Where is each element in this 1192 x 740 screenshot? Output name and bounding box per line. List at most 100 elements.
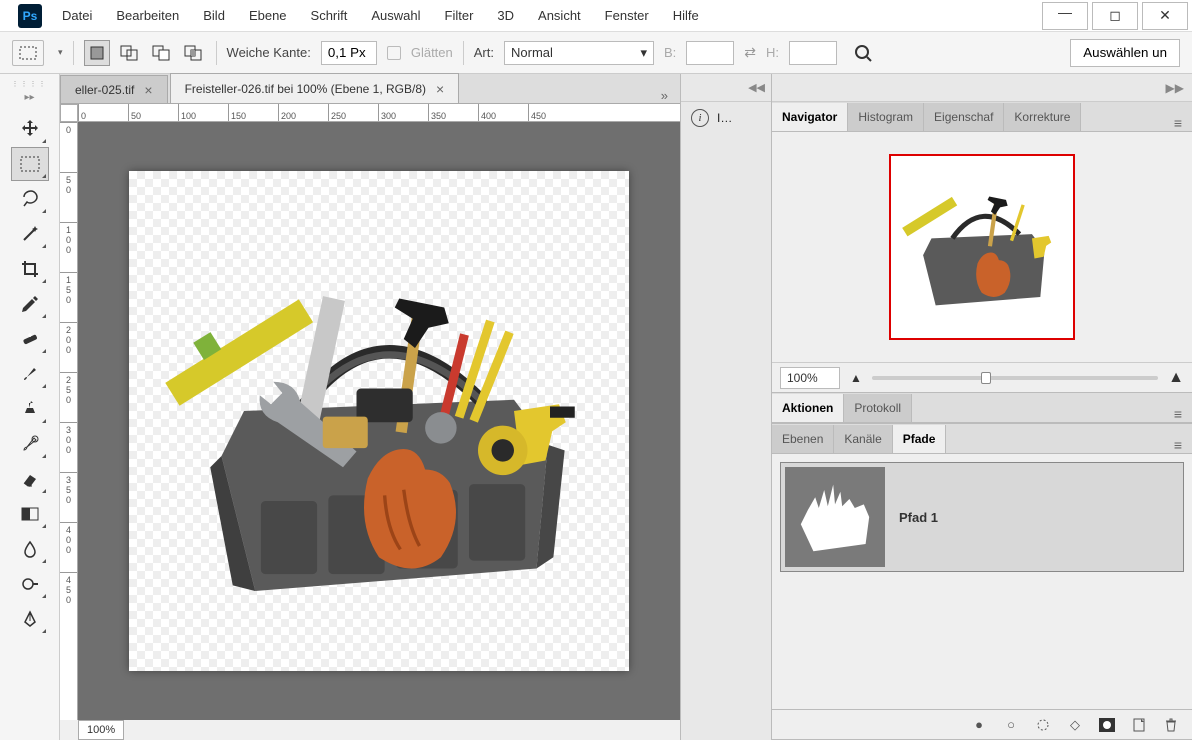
- menu-bearbeiten[interactable]: Bearbeiten: [104, 2, 191, 29]
- document-tab-active[interactable]: Freisteller-026.tif bei 100% (Ebene 1, R…: [170, 73, 460, 103]
- zoom-slider[interactable]: [872, 376, 1158, 380]
- move-tool[interactable]: [11, 112, 49, 146]
- tab-actions[interactable]: Aktionen: [772, 394, 844, 422]
- close-icon[interactable]: ×: [436, 81, 444, 97]
- magic-wand-tool[interactable]: [11, 217, 49, 251]
- close-button[interactable]: ✕: [1142, 2, 1188, 30]
- dodge-tool[interactable]: [11, 567, 49, 601]
- crop-tool[interactable]: [11, 252, 49, 286]
- palette-grip[interactable]: ⋮⋮⋮⋮: [10, 78, 50, 90]
- zoom-slider-thumb[interactable]: [981, 372, 991, 384]
- height-label: H:: [766, 45, 779, 60]
- canvas-viewport[interactable]: [78, 122, 680, 720]
- status-zoom[interactable]: 100%: [78, 720, 124, 740]
- info-panel-collapsed[interactable]: i I…: [681, 102, 771, 134]
- intersect-selection-button[interactable]: [180, 40, 206, 66]
- menu-datei[interactable]: Datei: [50, 2, 104, 29]
- lasso-tool[interactable]: [11, 182, 49, 216]
- menu-filter[interactable]: Filter: [433, 2, 486, 29]
- tool-preset-picker[interactable]: [12, 40, 44, 66]
- navigator-zoom-bar: 100% ▲ ▲: [772, 362, 1192, 392]
- eyedropper-tool[interactable]: [11, 287, 49, 321]
- divider: [216, 41, 217, 65]
- zoom-value-input[interactable]: 100%: [780, 367, 840, 389]
- menu-ebene[interactable]: Ebene: [237, 2, 299, 29]
- healing-brush-tool[interactable]: [11, 322, 49, 356]
- new-path-icon[interactable]: [1130, 716, 1148, 734]
- tab-overflow-icon[interactable]: »: [649, 88, 680, 103]
- subtract-selection-button[interactable]: [148, 40, 174, 66]
- tab-navigator[interactable]: Navigator: [772, 103, 848, 131]
- document-tab[interactable]: eller-025.tif ×: [60, 75, 168, 103]
- expand-button[interactable]: ▶▶: [772, 74, 1192, 102]
- delete-path-icon[interactable]: [1162, 716, 1180, 734]
- height-input: [789, 41, 837, 65]
- collapse-button[interactable]: ◀◀: [681, 74, 771, 102]
- width-label: B:: [664, 45, 676, 60]
- menu-hilfe[interactable]: Hilfe: [661, 2, 711, 29]
- clone-stamp-tool[interactable]: [11, 392, 49, 426]
- stroke-path-icon[interactable]: ○: [1002, 716, 1020, 734]
- select-and-mask-button[interactable]: Auswählen un: [1070, 39, 1180, 67]
- tab-label: Freisteller-026.tif bei 100% (Ebene 1, R…: [185, 82, 426, 96]
- minimize-button[interactable]: —: [1042, 2, 1088, 30]
- selection-to-path-icon[interactable]: ◇: [1066, 716, 1084, 734]
- menu-schrift[interactable]: Schrift: [299, 2, 360, 29]
- menu-ansicht[interactable]: Ansicht: [526, 2, 593, 29]
- divider: [73, 41, 74, 65]
- blur-tool[interactable]: [11, 532, 49, 566]
- menu-bild[interactable]: Bild: [191, 2, 237, 29]
- feather-input[interactable]: [321, 41, 377, 65]
- paths-list: Pfad 1: [772, 454, 1192, 634]
- fill-path-icon[interactable]: ●: [970, 716, 988, 734]
- tab-paths[interactable]: Pfade: [893, 425, 947, 453]
- style-label: Art:: [474, 45, 494, 60]
- zoom-out-icon[interactable]: ▲: [850, 371, 862, 385]
- path-name: Pfad 1: [899, 510, 938, 525]
- ruler-horizontal[interactable]: 050100150200250300350400450: [78, 104, 680, 122]
- panel-menu-icon[interactable]: ≡: [1164, 406, 1192, 422]
- path-thumbnail: [785, 467, 885, 567]
- feather-label: Weiche Kante:: [227, 45, 311, 60]
- swap-dimensions-icon: ⇄: [744, 44, 756, 61]
- canvas[interactable]: [129, 171, 629, 671]
- tab-layers[interactable]: Ebenen: [772, 425, 834, 453]
- menu-auswahl[interactable]: Auswahl: [359, 2, 432, 29]
- collapse-palette-icon[interactable]: ▸▸: [0, 92, 59, 108]
- tab-history[interactable]: Protokoll: [844, 394, 912, 422]
- pen-tool[interactable]: [11, 602, 49, 636]
- tab-adjustments[interactable]: Korrekture: [1004, 103, 1081, 131]
- panel-menu-icon[interactable]: ≡: [1164, 437, 1192, 453]
- tab-histogram[interactable]: Histogram: [848, 103, 924, 131]
- zoom-in-icon[interactable]: ▲: [1168, 369, 1184, 387]
- chevron-down-icon[interactable]: ▾: [58, 47, 63, 58]
- ruler-vertical[interactable]: 050100150200250300350400450: [60, 122, 78, 720]
- maximize-button[interactable]: ◻: [1092, 2, 1138, 30]
- panel-menu-icon[interactable]: ≡: [1164, 115, 1192, 131]
- width-input: [686, 41, 734, 65]
- menu-fenster[interactable]: Fenster: [593, 2, 661, 29]
- path-item[interactable]: Pfad 1: [780, 462, 1184, 572]
- refine-icon[interactable]: [853, 43, 873, 63]
- menu-3d[interactable]: 3D: [485, 2, 526, 29]
- right-panel-dock: ▶▶ Navigator Histogram Eigenschaf Korrek…: [772, 74, 1192, 740]
- antialias-label: Glätten: [411, 45, 453, 60]
- navigator-body[interactable]: [772, 132, 1192, 362]
- document-image: [154, 246, 604, 621]
- gradient-tool[interactable]: [11, 497, 49, 531]
- history-brush-tool[interactable]: [11, 427, 49, 461]
- style-select[interactable]: Normal ▾: [504, 41, 654, 65]
- tab-properties[interactable]: Eigenschaf: [924, 103, 1004, 131]
- add-selection-button[interactable]: [116, 40, 142, 66]
- add-mask-icon[interactable]: [1098, 716, 1116, 734]
- marquee-tool[interactable]: [11, 147, 49, 181]
- tab-channels[interactable]: Kanäle: [834, 425, 892, 453]
- brush-tool[interactable]: [11, 357, 49, 391]
- navigator-thumbnail[interactable]: [889, 154, 1075, 340]
- path-to-selection-icon[interactable]: [1034, 716, 1052, 734]
- info-icon: i: [691, 109, 709, 127]
- close-icon[interactable]: ×: [144, 82, 152, 98]
- ruler-corner[interactable]: [60, 104, 78, 122]
- new-selection-button[interactable]: [84, 40, 110, 66]
- eraser-tool[interactable]: [11, 462, 49, 496]
